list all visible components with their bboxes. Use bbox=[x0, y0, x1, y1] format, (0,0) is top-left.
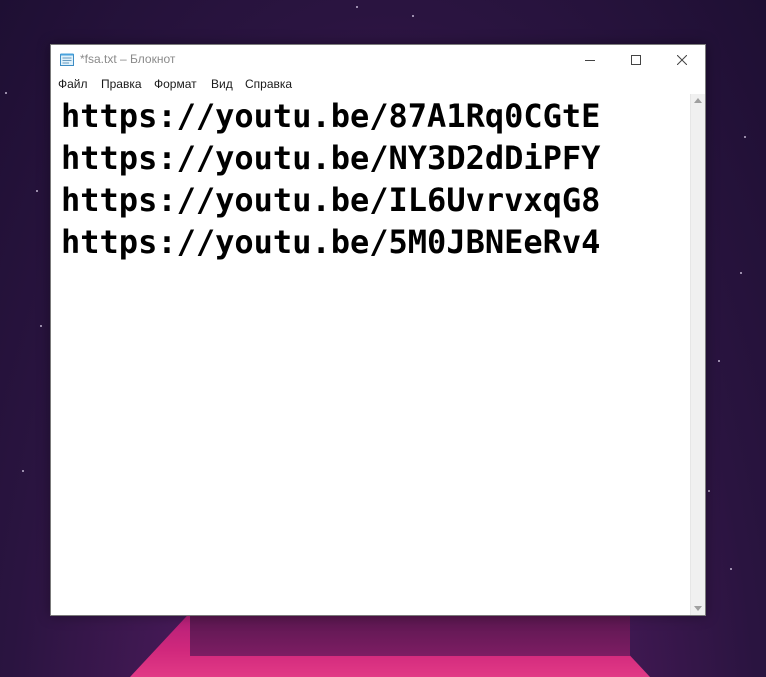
text-line: https://youtu.be/NY3D2dDiPFY bbox=[61, 139, 601, 177]
close-icon bbox=[677, 54, 687, 65]
close-button[interactable] bbox=[659, 45, 705, 74]
scroll-down-icon[interactable] bbox=[694, 606, 702, 611]
text-line: https://youtu.be/5M0JBNEeRv4 bbox=[61, 223, 601, 261]
wallpaper-star bbox=[412, 15, 414, 17]
wallpaper-star bbox=[718, 360, 720, 362]
menu-edit[interactable]: Правка bbox=[101, 77, 142, 91]
vertical-scrollbar[interactable] bbox=[690, 94, 705, 615]
menu-help[interactable]: Справка bbox=[245, 77, 292, 91]
wallpaper-stage-inner bbox=[190, 616, 630, 656]
text-editor[interactable]: https://youtu.be/87A1Rq0CGtE https://you… bbox=[51, 94, 690, 615]
menu-bar: Файл Правка Формат Вид Справка bbox=[51, 74, 705, 94]
minimize-icon bbox=[585, 59, 595, 61]
wallpaper-star bbox=[730, 568, 732, 570]
wallpaper-star bbox=[356, 6, 358, 8]
notepad-icon bbox=[60, 53, 74, 66]
title-bar[interactable]: *fsa.txt – Блокнот bbox=[51, 45, 705, 74]
text-line: https://youtu.be/IL6UvrvxqG8 bbox=[61, 181, 601, 219]
menu-format[interactable]: Формат bbox=[154, 77, 197, 91]
wallpaper-star bbox=[36, 190, 38, 192]
menu-file[interactable]: Файл bbox=[58, 77, 88, 91]
wallpaper-star bbox=[744, 136, 746, 138]
wallpaper-star bbox=[5, 92, 7, 94]
scroll-up-icon[interactable] bbox=[694, 98, 702, 103]
maximize-icon bbox=[631, 54, 641, 65]
text-line: https://youtu.be/87A1Rq0CGtE bbox=[61, 97, 601, 135]
minimize-button[interactable] bbox=[567, 45, 613, 74]
wallpaper-star bbox=[40, 325, 42, 327]
window-title: *fsa.txt – Блокнот bbox=[80, 52, 176, 66]
wallpaper-star bbox=[740, 272, 742, 274]
menu-view[interactable]: Вид bbox=[211, 77, 233, 91]
maximize-button[interactable] bbox=[613, 45, 659, 74]
notepad-window: *fsa.txt – Блокнот Файл Правка Формат Ви… bbox=[50, 44, 706, 616]
wallpaper-star bbox=[708, 490, 710, 492]
wallpaper-star bbox=[22, 470, 24, 472]
